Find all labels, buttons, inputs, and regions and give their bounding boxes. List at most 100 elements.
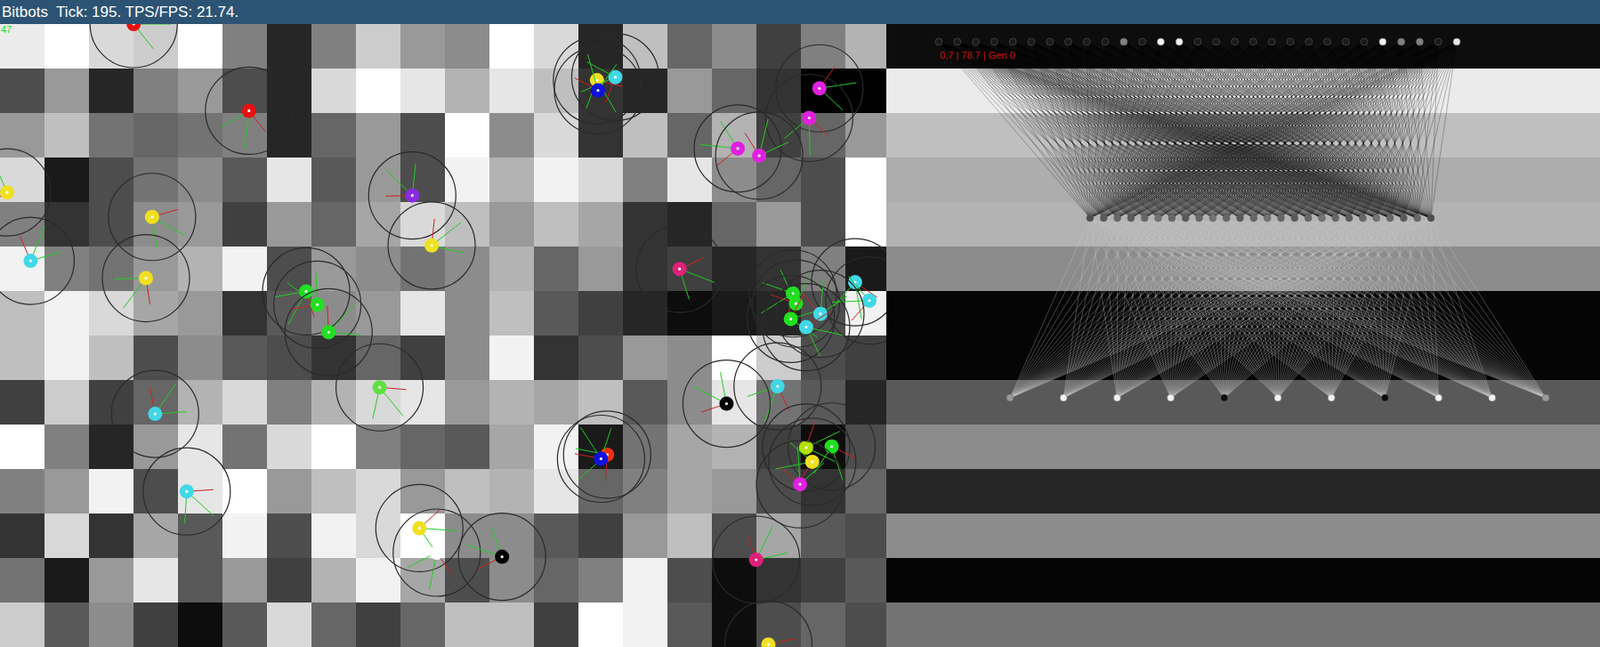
world-cell: [444, 157, 490, 203]
hidden-node: [1114, 214, 1122, 222]
world-cell: [44, 113, 89, 158]
input-node: [1231, 38, 1239, 46]
output-node: [1435, 394, 1443, 402]
bot[interactable]: [111, 370, 199, 458]
input-node: [1434, 38, 1442, 46]
world-cell: [845, 379, 887, 425]
world-canvas[interactable]: 47: [0, 24, 887, 647]
world-cell: [444, 24, 490, 69]
bot[interactable]: [811, 238, 887, 326]
bot[interactable]: [387, 202, 476, 290]
hidden-node: [1099, 214, 1108, 222]
world-cell: [444, 290, 490, 336]
world-cell: [845, 513, 887, 558]
bot[interactable]: [775, 44, 864, 132]
world-cell: [177, 68, 223, 114]
world-cell: [88, 335, 134, 380]
world-cell: [355, 113, 401, 158]
world-cell: [400, 424, 445, 469]
world-cell: [622, 24, 668, 69]
world-cell: [400, 602, 445, 647]
world-cell: [756, 68, 801, 114]
bot[interactable]: [712, 516, 800, 604]
world-cell: [489, 290, 534, 336]
bot[interactable]: [682, 360, 770, 448]
bot[interactable]: [0, 148, 51, 236]
world-cell: [711, 202, 757, 247]
world-cell: [845, 113, 887, 158]
bot[interactable]: [89, 24, 178, 68]
world-cell: [177, 24, 223, 69]
bot[interactable]: [368, 152, 456, 240]
world-cell: [0, 246, 45, 291]
bot[interactable]: [571, 33, 659, 122]
bot[interactable]: [762, 283, 850, 372]
world-cell: [44, 424, 89, 469]
bot[interactable]: [0, 217, 74, 305]
world-cell: [578, 202, 623, 247]
world-cell: [222, 290, 267, 336]
input-band: [886, 557, 1600, 603]
bot[interactable]: [205, 66, 293, 154]
world-cell: [533, 602, 579, 647]
bot[interactable]: [336, 343, 424, 431]
bot[interactable]: [375, 484, 463, 572]
input-band: [886, 602, 1600, 647]
bot[interactable]: [274, 260, 362, 348]
app-window: Bitbots Tick: 195. TPS/FPS: 21.74.470.7 …: [0, 0, 1600, 647]
world-cell: [44, 24, 89, 69]
world-cell: [311, 24, 356, 69]
world-cell: [489, 602, 534, 647]
world-cell: [133, 246, 178, 291]
bot[interactable]: [747, 274, 835, 363]
bot[interactable]: [554, 47, 642, 135]
world-cell: [400, 335, 445, 380]
bot[interactable]: [108, 173, 196, 261]
bot[interactable]: [825, 257, 887, 345]
bot[interactable]: [756, 440, 844, 528]
bot[interactable]: [458, 513, 546, 601]
world-cell: [0, 602, 45, 647]
world-cell: [0, 113, 45, 158]
world-cell: [177, 157, 223, 203]
output-node: [1059, 394, 1067, 402]
world-cell: [667, 335, 712, 380]
bot[interactable]: [143, 447, 231, 535]
hidden-node: [1276, 214, 1285, 222]
world-cell: [756, 246, 801, 291]
hidden-node: [1181, 214, 1189, 222]
world-cell: [88, 468, 134, 514]
bot[interactable]: [751, 259, 840, 348]
bot[interactable]: [284, 288, 372, 376]
world-cell: [444, 202, 490, 247]
input-node: [1379, 38, 1387, 46]
bot[interactable]: [715, 112, 803, 200]
hidden-node: [1209, 214, 1217, 222]
world-cell: [222, 246, 267, 291]
bot[interactable]: [765, 73, 853, 162]
world-cell: [266, 424, 312, 469]
world-cell: [667, 602, 712, 647]
input-node: [1415, 38, 1423, 46]
world-cell: [222, 424, 267, 469]
world-cell: [444, 68, 490, 114]
bot[interactable]: [557, 414, 645, 502]
bot[interactable]: [788, 403, 876, 491]
world-cell: [444, 468, 490, 514]
bot[interactable]: [563, 411, 651, 499]
hidden-node: [1332, 214, 1340, 222]
world-cell: [400, 113, 445, 158]
bot[interactable]: [734, 342, 822, 430]
input-node: [953, 38, 962, 46]
hidden-node: [1358, 214, 1366, 222]
world-cell: [489, 246, 534, 291]
bot[interactable]: [636, 225, 724, 313]
world-cell: [711, 557, 757, 603]
bot[interactable]: [724, 600, 812, 647]
input-node: [1341, 38, 1350, 46]
bot[interactable]: [553, 36, 641, 124]
world-cell: [355, 246, 401, 291]
world-cell: [622, 246, 668, 291]
world-cell: [133, 113, 178, 158]
bot[interactable]: [102, 234, 190, 323]
